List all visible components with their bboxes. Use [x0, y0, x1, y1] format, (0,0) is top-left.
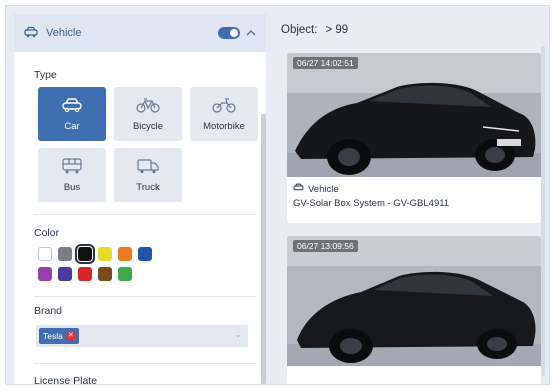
results-scrollbar[interactable]	[541, 46, 545, 376]
type-option-bicycle[interactable]: Bicycle	[114, 87, 182, 141]
card-type-row: Vehicle	[293, 183, 535, 195]
color-swatch-purple[interactable]	[38, 267, 52, 281]
vehicle-filter-toggle[interactable]	[218, 27, 240, 39]
object-count: > 99	[325, 24, 349, 36]
car-icon	[61, 97, 83, 117]
type-option-car[interactable]: Car	[38, 87, 106, 141]
brand-select[interactable]: Tesla ✕ ⌄	[36, 325, 248, 347]
motorbike-icon	[212, 97, 236, 117]
type-option-motorbike[interactable]: Motorbike	[190, 87, 258, 141]
vehicle-snapshot[interactable]: 06/27 14:02:51	[287, 53, 541, 177]
section-divider	[34, 296, 256, 297]
app-frame: Vehicle Type Car Bicycle Motorbike Bus T…	[5, 5, 550, 385]
vehicle-snapshot[interactable]: 06/27 13:09:56	[287, 236, 541, 366]
color-swatch-green[interactable]	[118, 267, 132, 281]
truck-icon	[136, 158, 160, 178]
result-card[interactable]: 06/27 14:02:51 Vehicle GV-Solar Box Syst…	[287, 53, 541, 223]
color-swatch-red[interactable]	[78, 267, 92, 281]
snapshot-timestamp: 06/27 13:09:56	[293, 240, 358, 252]
type-option-label: Bicycle	[132, 120, 164, 132]
color-swatch-brown[interactable]	[98, 267, 112, 281]
section-divider	[34, 363, 256, 364]
brand-chip-label: Tesla	[43, 331, 63, 341]
type-section-label: Type	[34, 69, 57, 81]
remove-chip-icon[interactable]: ✕	[65, 331, 76, 341]
vehicle-filter-header[interactable]: Vehicle	[14, 14, 266, 52]
filter-title: Vehicle	[46, 27, 82, 39]
filter-panel: Vehicle Type Car Bicycle Motorbike Bus T…	[14, 14, 266, 385]
car-icon	[293, 183, 304, 195]
bus-icon	[61, 157, 83, 178]
brand-chip-tesla: Tesla ✕	[39, 328, 79, 344]
color-swatch-blue[interactable]	[138, 247, 152, 261]
type-option-truck[interactable]: Truck	[114, 148, 182, 202]
color-swatch-white[interactable]	[38, 247, 52, 261]
type-option-label: Truck	[136, 181, 160, 193]
brand-section-label: Brand	[34, 305, 63, 317]
filter-scrollbar[interactable]	[261, 114, 266, 384]
color-swatch-yellow[interactable]	[98, 247, 112, 261]
card-type-label: Vehicle	[308, 183, 339, 195]
chevron-up-icon[interactable]	[246, 27, 256, 39]
color-section-label: Color	[34, 227, 60, 239]
color-swatch-gray[interactable]	[58, 247, 72, 261]
section-divider	[34, 214, 256, 215]
chevron-down-icon[interactable]: ⌄	[234, 329, 242, 340]
bicycle-icon	[136, 97, 160, 117]
object-label: Object:	[281, 24, 318, 36]
color-swatch-orange[interactable]	[118, 247, 132, 261]
color-swatch-black[interactable]	[75, 244, 95, 264]
type-option-label: Bus	[63, 181, 81, 193]
license-plate-section-label: License Plate	[34, 375, 98, 385]
type-option-label: Car	[64, 120, 80, 132]
type-option-bus[interactable]: Bus	[38, 148, 106, 202]
snapshot-timestamp: 06/27 14:02:51	[293, 57, 358, 69]
card-source: GV-Solar Box System - GV-GBL4911	[293, 198, 450, 209]
card-meta: Vehicle GV-Solar Box System - GV-GBL4911	[287, 177, 541, 210]
type-option-label: Motorbike	[203, 120, 245, 132]
results-header: Object: > 99	[281, 24, 348, 36]
result-card[interactable]: 06/27 13:09:56	[287, 236, 541, 384]
car-icon	[24, 26, 46, 41]
color-swatch-indigo[interactable]	[58, 267, 72, 281]
